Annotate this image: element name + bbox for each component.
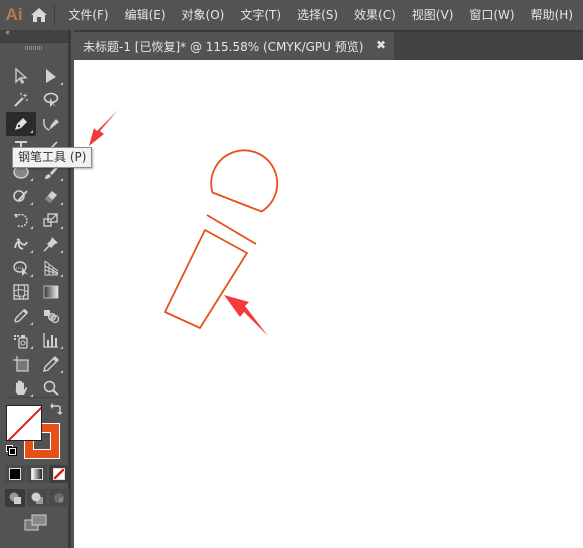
app-logo: Ai bbox=[5, 5, 23, 24]
draw-inside-icon bbox=[54, 493, 64, 503]
menu-file[interactable]: 文件(F) bbox=[62, 0, 114, 30]
document-tab-bar: 未标题-1 [已恢复]* @ 115.58% (CMYK/GPU 预览) ✖ bbox=[74, 30, 583, 60]
home-icon bbox=[30, 8, 47, 22]
direct-selection-tool[interactable] bbox=[36, 64, 66, 88]
draw-mode-row bbox=[5, 489, 69, 507]
illustrator-window: Ai 文件(F) 编辑(E) 对象(O) 文字(T) 选择(S) 效果(C) 视… bbox=[0, 0, 583, 548]
menu-separator bbox=[53, 4, 55, 26]
draw-normal-button[interactable] bbox=[5, 489, 25, 507]
tools-divider bbox=[6, 397, 66, 398]
puppet-warp-tool[interactable] bbox=[6, 232, 36, 256]
eyedropper-tool[interactable] bbox=[6, 304, 36, 328]
gradient-icon bbox=[43, 285, 59, 299]
color-mode-row bbox=[5, 465, 69, 483]
eyedropper-icon bbox=[14, 309, 28, 323]
change-screen-mode-button[interactable] bbox=[24, 514, 48, 532]
close-tab-icon[interactable]: ✖ bbox=[376, 38, 386, 52]
document-tab[interactable]: 未标题-1 [已恢复]* @ 115.58% (CMYK/GPU 预览) ✖ bbox=[74, 32, 394, 60]
magnifier-icon bbox=[43, 380, 59, 396]
curvature-tool[interactable] bbox=[36, 112, 66, 136]
screen-mode-icon bbox=[24, 514, 47, 531]
selection-arrow-icon bbox=[15, 67, 28, 84]
shape-builder-icon bbox=[13, 261, 28, 276]
tool-grid bbox=[6, 64, 66, 400]
microphone-artwork bbox=[164, 149, 279, 329]
artboard-canvas[interactable] bbox=[74, 60, 583, 548]
menu-help[interactable]: 帮助(H) bbox=[525, 0, 579, 30]
panel-grip[interactable] bbox=[0, 43, 68, 53]
magic-wand-icon bbox=[14, 93, 28, 107]
rotate-icon bbox=[14, 213, 28, 228]
artboard-tool[interactable] bbox=[6, 352, 36, 376]
pen-tool-tooltip: 钢笔工具 (P) bbox=[12, 147, 93, 168]
mic-ring bbox=[206, 214, 257, 245]
tools-panel-header: ‹‹ bbox=[0, 28, 68, 43]
pen-tool[interactable] bbox=[6, 112, 36, 136]
menu-bar: Ai 文件(F) 编辑(E) 对象(O) 文字(T) 选择(S) 效果(C) 视… bbox=[0, 0, 583, 30]
menu-type[interactable]: 文字(T) bbox=[234, 0, 287, 30]
symbol-sprayer-icon bbox=[14, 335, 28, 349]
scale-tool[interactable] bbox=[36, 208, 66, 232]
menu-edit[interactable]: 编辑(E) bbox=[119, 0, 172, 30]
slice-knife-icon bbox=[43, 356, 59, 372]
draw-behind-icon bbox=[31, 492, 43, 504]
blend-icon bbox=[44, 310, 60, 324]
eraser-icon bbox=[45, 191, 57, 203]
artboard-icon bbox=[13, 356, 29, 372]
menu-effect[interactable]: 效果(C) bbox=[348, 0, 402, 30]
color-mode-button[interactable] bbox=[5, 465, 25, 483]
gradient-tool[interactable] bbox=[36, 280, 66, 304]
menu-window[interactable]: 窗口(W) bbox=[463, 0, 520, 30]
none-mode-button[interactable] bbox=[49, 465, 69, 483]
lasso-icon bbox=[43, 92, 59, 107]
pin-tool[interactable] bbox=[36, 232, 66, 256]
selection-tool[interactable] bbox=[6, 64, 36, 88]
magic-wand-tool[interactable] bbox=[6, 88, 36, 112]
pin-icon bbox=[43, 237, 58, 252]
default-fill-stroke-icon[interactable] bbox=[6, 445, 17, 456]
rotate-tool[interactable] bbox=[6, 208, 36, 232]
puppet-warp-icon bbox=[14, 238, 28, 250]
blend-tool[interactable] bbox=[36, 304, 66, 328]
mesh-icon bbox=[13, 284, 29, 300]
hand-icon bbox=[15, 380, 28, 395]
eraser-tool[interactable] bbox=[36, 184, 66, 208]
gradient-mode-button[interactable] bbox=[27, 465, 47, 483]
draw-behind-button[interactable] bbox=[27, 489, 47, 507]
mic-handle bbox=[164, 229, 248, 329]
menu-items: 文件(F) 编辑(E) 对象(O) 文字(T) 选择(S) 效果(C) 视图(V… bbox=[62, 0, 583, 30]
document-tab-title: 未标题-1 [已恢复]* @ 115.58% (CMYK/GPU 预览) bbox=[83, 39, 364, 54]
menu-view[interactable]: 视图(V) bbox=[406, 0, 460, 30]
mesh-tool[interactable] bbox=[6, 280, 36, 304]
shape-builder-tool[interactable] bbox=[6, 256, 36, 280]
shaper-tool[interactable] bbox=[6, 184, 36, 208]
scale-icon bbox=[43, 213, 58, 227]
menu-object[interactable]: 对象(O) bbox=[176, 0, 231, 30]
perspective-grid-tool[interactable] bbox=[36, 256, 66, 280]
perspective-grid-icon bbox=[44, 260, 59, 276]
column-graph-tool[interactable] bbox=[36, 328, 66, 352]
curvature-pen-icon bbox=[43, 118, 59, 131]
fill-swatch-none[interactable] bbox=[6, 405, 42, 441]
slice-tool[interactable] bbox=[36, 352, 66, 376]
menu-select[interactable]: 选择(S) bbox=[291, 0, 344, 30]
symbol-sprayer-tool[interactable] bbox=[6, 328, 36, 352]
mic-head bbox=[210, 149, 279, 213]
collapse-panel-button[interactable]: ‹‹ bbox=[5, 28, 10, 38]
draw-normal-icon bbox=[9, 492, 21, 504]
lasso-tool[interactable] bbox=[36, 88, 66, 112]
pen-icon bbox=[15, 118, 27, 130]
shaper-icon bbox=[13, 190, 28, 202]
direct-selection-icon bbox=[46, 69, 56, 83]
draw-inside-button[interactable] bbox=[49, 489, 69, 507]
swap-fill-stroke-icon[interactable] bbox=[50, 403, 63, 420]
column-graph-icon bbox=[43, 333, 58, 348]
home-button[interactable] bbox=[26, 0, 52, 30]
